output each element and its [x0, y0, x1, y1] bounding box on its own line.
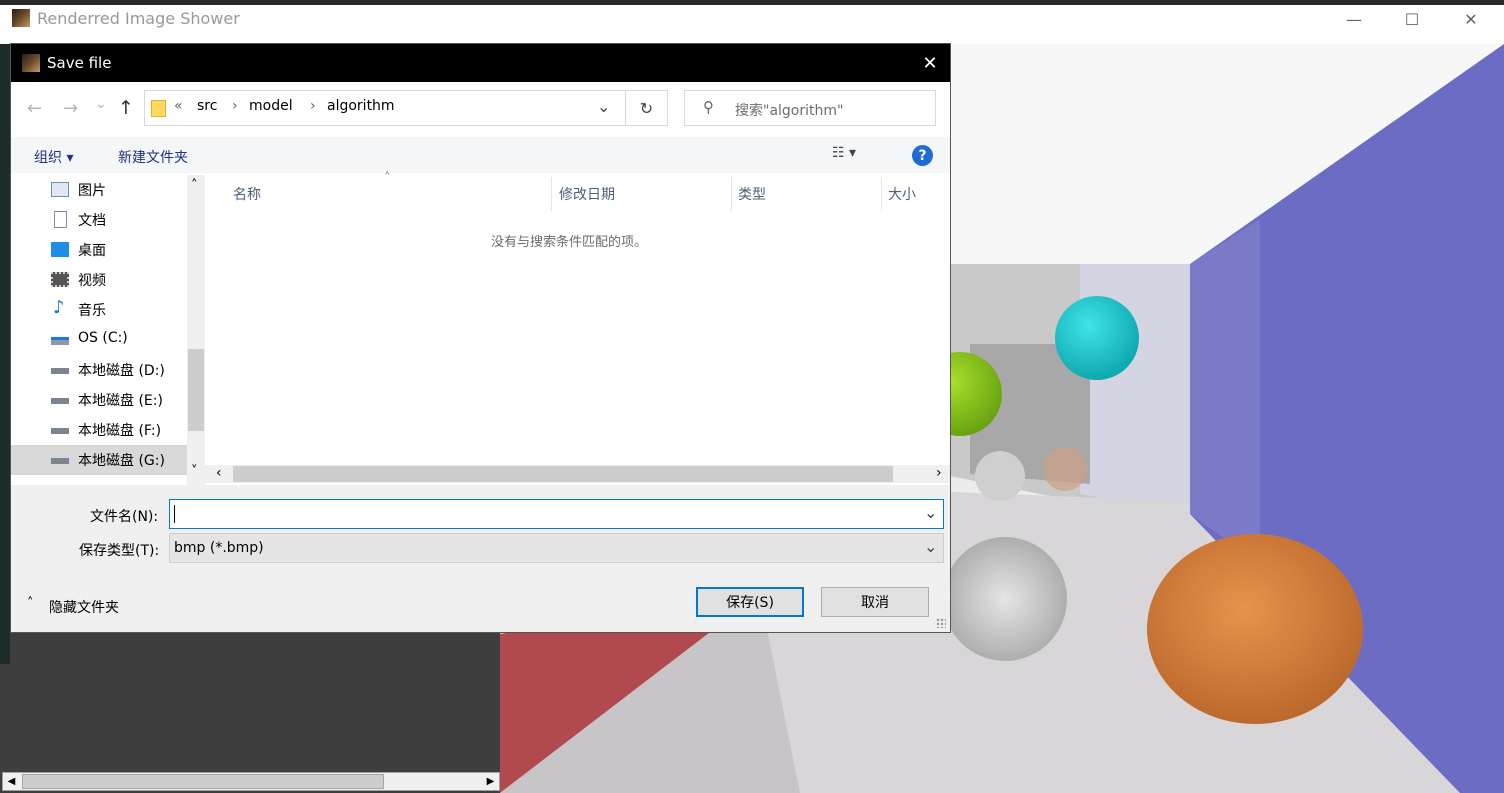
dialog-icon [22, 54, 40, 72]
scroll-left-arrow-icon[interactable]: ◀ [3, 773, 20, 790]
filetype-select[interactable]: bmp (*.bmp) ⌄ [169, 533, 944, 563]
search-placeholder: 搜索"algorithm" [735, 103, 844, 119]
list-scroll-left-icon[interactable]: ‹ [216, 465, 222, 481]
filename-dropdown-chevron-icon[interactable]: ⌄ [924, 503, 937, 522]
app-title: Renderred Image Shower [37, 9, 240, 28]
nav-item-desktop[interactable]: 桌面 [11, 235, 187, 265]
maximize-button[interactable]: ☐ [1389, 4, 1435, 34]
documents-icon [54, 211, 67, 228]
column-divider[interactable] [551, 177, 552, 211]
column-divider[interactable] [731, 177, 732, 211]
save-button[interactable]: 保存(S) [696, 587, 804, 617]
scroll-right-arrow-icon[interactable]: ▶ [482, 773, 499, 790]
refresh-button[interactable]: ↻ [626, 90, 668, 126]
nav-item-label: 音乐 [78, 303, 106, 319]
drive-icon [51, 368, 69, 374]
nav-item-music[interactable]: ♪ 音乐 [11, 295, 187, 325]
nav-item-label: 本地磁盘 (F:) [78, 423, 162, 439]
empty-results-message: 没有与搜索条件匹配的项。 [491, 235, 648, 250]
filename-label: 文件名(N): [90, 509, 159, 525]
new-folder-button[interactable]: 新建文件夹 [118, 147, 188, 167]
breadcrumb-src[interactable]: src [197, 98, 217, 114]
filename-input[interactable]: ⌄ [169, 499, 944, 529]
drive-icon [51, 428, 69, 434]
help-icon[interactable]: ? [912, 145, 933, 166]
minimize-button[interactable]: — [1331, 4, 1377, 34]
desktop-icon [51, 242, 69, 257]
nav-item-label: 视频 [78, 273, 106, 289]
music-icon: ♪ [53, 297, 65, 318]
search-box[interactable]: ⚲ 搜索"algorithm" [684, 90, 936, 126]
filetype-dropdown-chevron-icon[interactable]: ⌄ [924, 537, 937, 556]
app-scrollbar-thumb[interactable] [22, 774, 384, 789]
breadcrumb-model[interactable]: model [249, 98, 293, 114]
sort-ascending-icon: ˄ [384, 171, 391, 186]
nav-item-os-c[interactable]: OS (C:) [11, 325, 187, 355]
cancel-button[interactable]: 取消 [821, 587, 929, 617]
dialog-close-button[interactable]: ✕ [911, 48, 949, 78]
nav-pane-scrollbar[interactable] [187, 175, 205, 485]
forward-arrow-icon[interactable]: → [63, 98, 78, 119]
column-divider[interactable] [881, 177, 882, 211]
dialog-titlebar [11, 44, 950, 82]
nav-item-drive-e[interactable]: 本地磁盘 (E:) [11, 385, 187, 415]
address-bar[interactable]: « src › model › algorithm ⌄ [144, 90, 626, 126]
path-overflow-icon[interactable]: « [174, 98, 183, 114]
navigation-pane: 图片 文档 桌面 视频 ♪ 音乐 OS (C:) 本地磁盘 (D:) 本地磁盘 [11, 175, 187, 485]
collapse-chevron-icon[interactable]: ˄ [27, 596, 34, 611]
pictures-icon [51, 182, 69, 197]
nav-item-documents[interactable]: 文档 [11, 205, 187, 235]
videos-icon [51, 272, 69, 287]
column-header-date-modified[interactable]: 修改日期 [559, 184, 615, 204]
nav-item-drive-g[interactable]: 本地磁盘 (G:) [11, 445, 187, 475]
folder-icon [151, 100, 166, 117]
back-arrow-icon[interactable]: ← [27, 98, 42, 119]
nav-item-label: 文档 [78, 213, 106, 229]
nav-item-label: 图片 [78, 183, 106, 199]
nav-scroll-up-icon[interactable]: ˄ [191, 178, 198, 193]
column-header-size[interactable]: 大小 [888, 184, 916, 204]
breadcrumb-separator-icon: › [310, 98, 316, 114]
drive-icon [51, 458, 69, 464]
nav-item-label: 本地磁盘 (G:) [78, 453, 165, 469]
left-panel-strip [0, 44, 10, 664]
column-header-type[interactable]: 类型 [738, 184, 766, 204]
filetype-label: 保存类型(T): [79, 543, 160, 559]
nav-item-drive-f[interactable]: 本地磁盘 (F:) [11, 415, 187, 445]
change-view-icon[interactable]: ☷ ▾ [832, 145, 856, 161]
filetype-value: bmp (*.bmp) [174, 540, 264, 556]
search-icon: ⚲ [703, 98, 714, 116]
breadcrumb-algorithm[interactable]: algorithm [327, 98, 395, 114]
breadcrumb-separator-icon: › [232, 98, 238, 114]
list-scroll-right-icon[interactable]: › [936, 465, 942, 481]
nav-item-videos[interactable]: 视频 [11, 265, 187, 295]
column-header-name[interactable]: 名称 [233, 184, 261, 204]
recent-locations-chevron-icon[interactable]: ⌄ [95, 96, 107, 112]
nav-item-label: 本地磁盘 (E:) [78, 393, 163, 409]
nav-item-label: 桌面 [78, 243, 106, 259]
nav-item-label: OS (C:) [78, 330, 128, 346]
up-arrow-icon[interactable]: ↑ [118, 97, 134, 119]
close-button[interactable]: ✕ [1448, 4, 1494, 34]
save-file-dialog: Save file ✕ ← → ⌄ ↑ « src › model › algo… [10, 43, 951, 633]
text-cursor [174, 505, 175, 523]
organize-button[interactable]: 组织 ▾ [34, 147, 73, 167]
address-dropdown-chevron-icon[interactable]: ⌄ [597, 97, 610, 116]
nav-item-label: 本地磁盘 (D:) [78, 363, 165, 379]
nav-scroll-down-icon[interactable]: ˅ [191, 464, 198, 479]
drive-icon [51, 398, 69, 404]
nav-item-drive-d[interactable]: 本地磁盘 (D:) [11, 355, 187, 385]
dialog-title: Save file [47, 54, 112, 72]
app-icon [12, 9, 30, 27]
os-drive-icon [51, 337, 69, 345]
file-list-scroll-thumb[interactable] [233, 466, 893, 482]
nav-item-pictures[interactable]: 图片 [11, 175, 187, 205]
hide-folders-button[interactable]: 隐藏文件夹 [49, 597, 119, 617]
nav-scroll-thumb[interactable] [188, 349, 204, 431]
resize-grip-icon[interactable] [936, 618, 946, 628]
